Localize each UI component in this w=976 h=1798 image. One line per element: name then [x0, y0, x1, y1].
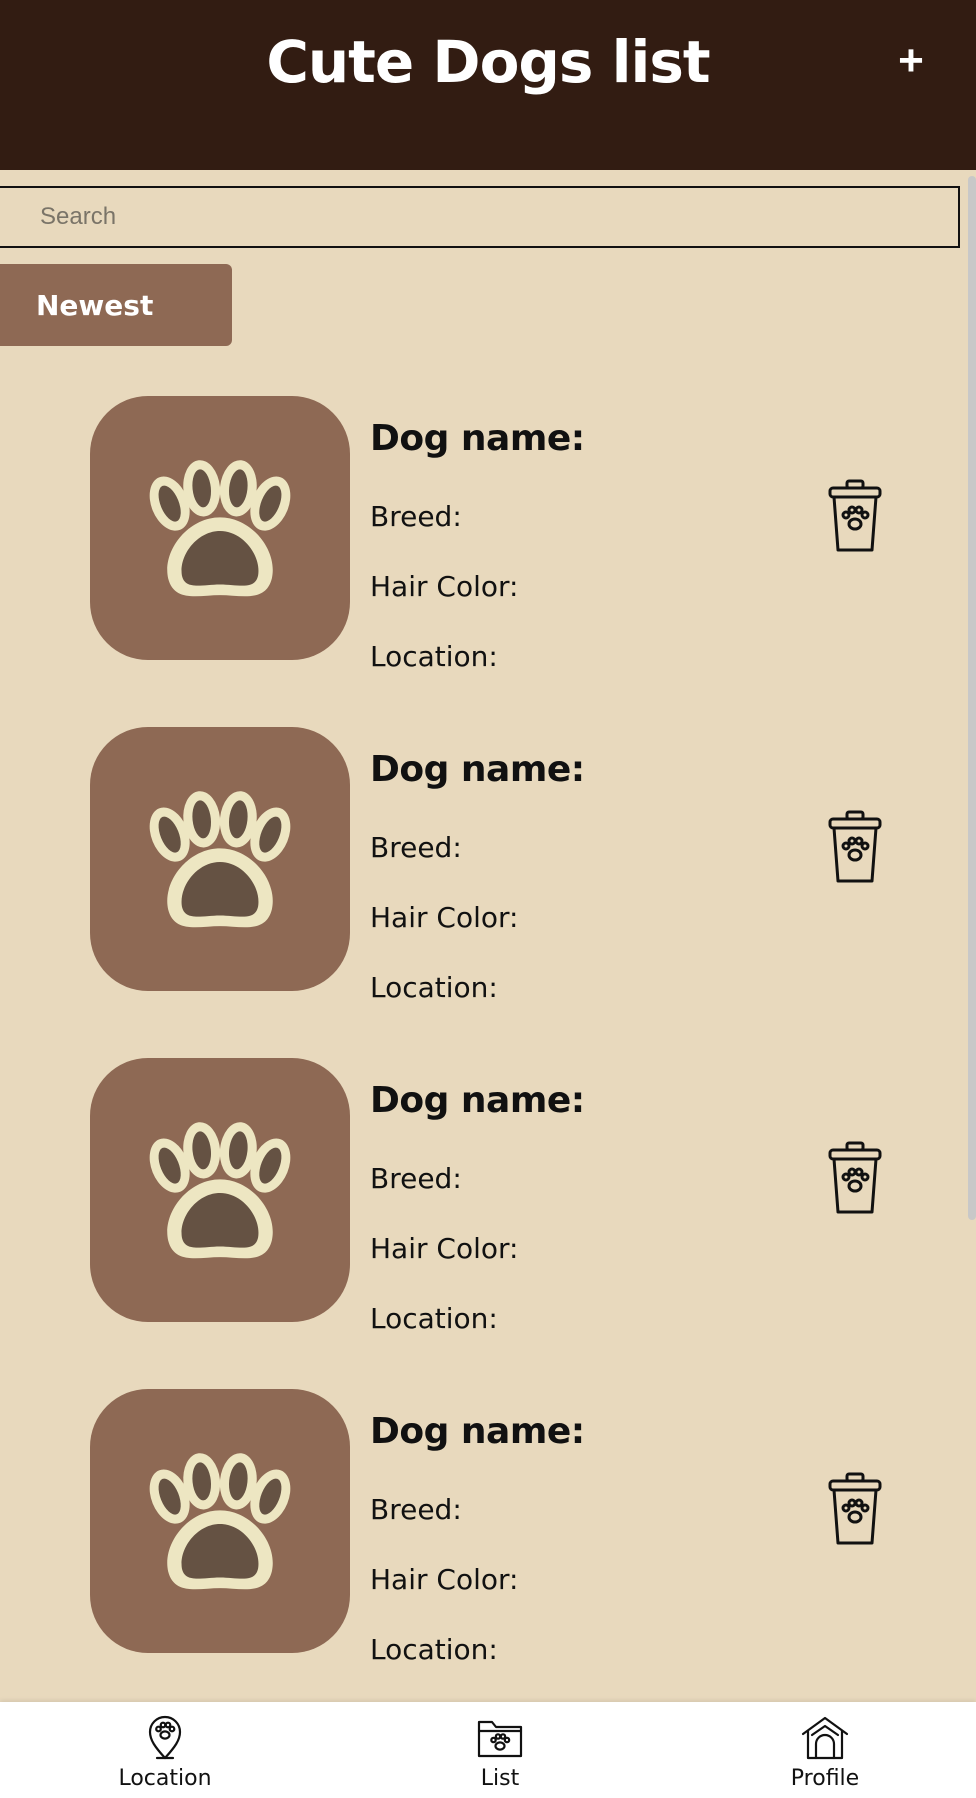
dog-avatar[interactable] — [90, 396, 350, 660]
nav-label-profile: Profile — [790, 1766, 860, 1791]
dog-name-label: Dog name: — [370, 1411, 585, 1452]
dog-card: Dog name: Breed: Hair Color: Location: — [0, 727, 960, 1027]
nav-item-list[interactable]: List — [410, 1702, 590, 1798]
dog-list-content: Newest Dog name: Breed: Hair Color: Loca… — [0, 170, 960, 1702]
add-dog-button[interactable]: + — [886, 36, 936, 86]
dog-name-label: Dog name: — [370, 749, 585, 790]
sort-newest-button[interactable]: Newest — [0, 264, 232, 346]
paw-icon — [142, 1451, 298, 1590]
trash-paw-icon — [828, 479, 882, 552]
dog-name-label: Dog name: — [370, 418, 585, 459]
dog-hair-color-label: Hair Color: — [370, 1563, 519, 1596]
dog-breed-label: Breed: — [370, 1493, 462, 1526]
delete-dog-button[interactable] — [826, 478, 884, 554]
app-header: Cute Dogs list + — [0, 0, 976, 170]
nav-item-profile[interactable]: Profile — [735, 1702, 915, 1798]
paw-icon — [142, 458, 298, 597]
folder-paw-icon — [477, 1720, 523, 1758]
dog-name-label: Dog name: — [370, 1080, 585, 1121]
delete-dog-button[interactable] — [826, 1471, 884, 1547]
dog-hair-color-label: Hair Color: — [370, 570, 519, 603]
location-pin-paw-icon — [148, 1715, 182, 1760]
search-input[interactable] — [0, 186, 960, 248]
dog-location-label: Location: — [370, 640, 498, 673]
dog-breed-label: Breed: — [370, 1162, 462, 1195]
dog-avatar[interactable] — [90, 1058, 350, 1322]
dog-location-label: Location: — [370, 971, 498, 1004]
bottom-nav: Location List Profile — [0, 1702, 976, 1798]
nav-label-location: Location — [118, 1766, 212, 1791]
dog-breed-label: Breed: — [370, 831, 462, 864]
dog-avatar[interactable] — [90, 727, 350, 991]
nav-label-list: List — [480, 1766, 520, 1791]
dog-location-label: Location: — [370, 1302, 498, 1335]
delete-dog-button[interactable] — [826, 1140, 884, 1216]
delete-dog-button[interactable] — [826, 809, 884, 885]
nav-item-location[interactable]: Location — [75, 1702, 255, 1798]
scrollbar-thumb[interactable] — [968, 176, 976, 1220]
dog-house-icon — [801, 1716, 849, 1760]
dog-card: Dog name: Breed: Hair Color: Location: — [0, 1389, 960, 1689]
dog-card: Dog name: Breed: Hair Color: Location: — [0, 1058, 960, 1358]
trash-paw-icon — [828, 1141, 882, 1214]
paw-icon — [142, 789, 298, 928]
dog-hair-color-label: Hair Color: — [370, 901, 519, 934]
dog-hair-color-label: Hair Color: — [370, 1232, 519, 1265]
trash-paw-icon — [828, 1472, 882, 1545]
dog-location-label: Location: — [370, 1633, 498, 1666]
page-title: Cute Dogs list — [266, 28, 710, 96]
dog-card: Dog name: Breed: Hair Color: Location: — [0, 396, 960, 696]
paw-icon — [142, 1120, 298, 1259]
dog-avatar[interactable] — [90, 1389, 350, 1653]
dog-breed-label: Breed: — [370, 500, 462, 533]
trash-paw-icon — [828, 810, 882, 883]
